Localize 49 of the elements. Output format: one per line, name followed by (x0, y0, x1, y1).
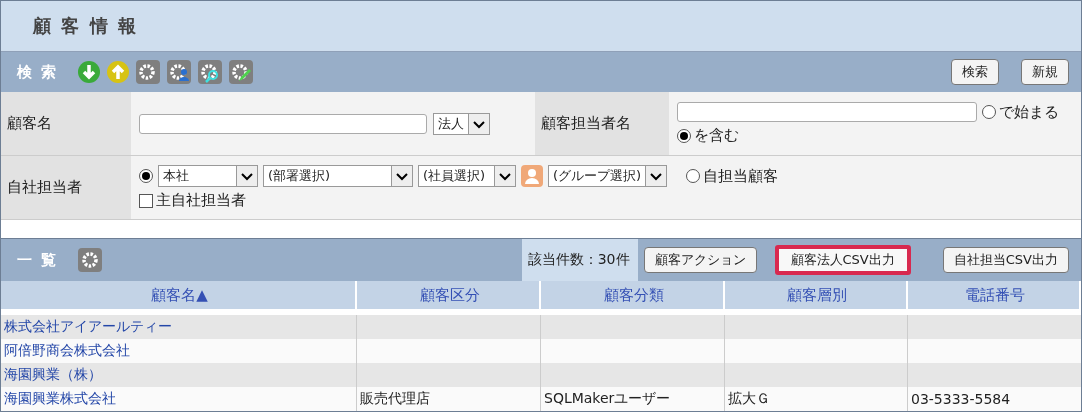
action-button[interactable]: 顧客アクション (643, 247, 757, 273)
field-label: 自社担当者 (1, 156, 131, 219)
arrow-up-icon[interactable] (107, 61, 130, 83)
dropdown[interactable]: 本社 (158, 165, 258, 187)
chevron-down-icon (236, 166, 257, 186)
table-cell: 拡大Ｇ (728, 390, 770, 408)
page-title: 顧 客 情 報 (33, 14, 138, 38)
action-button[interactable]: 顧客法人CSV出力 (774, 245, 911, 275)
customer-name-field[interactable] (139, 113, 427, 134)
customer-link[interactable]: 海園興業（株） (4, 366, 102, 384)
dropdown[interactable]: (部署選択) (263, 165, 413, 187)
chevron-down-icon (645, 166, 667, 186)
section-title: 検 索 (17, 62, 59, 82)
gear-icon[interactable] (136, 60, 161, 84)
main-staff-checkbox[interactable]: 主自社担当者 (139, 191, 246, 210)
contact-name-field[interactable] (677, 102, 977, 122)
type-select[interactable]: 法人 (433, 112, 490, 135)
customer-link[interactable]: 株式会社アイアールティー (4, 318, 172, 336)
section-title: 一 覧 (17, 250, 59, 270)
scope-radio[interactable] (139, 169, 153, 183)
scope-radio[interactable]: 自担当顧客 (686, 166, 779, 186)
gear-person-icon[interactable] (167, 60, 192, 84)
chevron-down-icon (468, 113, 489, 134)
customer-link[interactable]: 阿倍野商会株式会社 (4, 342, 130, 360)
column-header[interactable]: 顧客層別 (725, 281, 908, 309)
table-cell: SQLMakerユーザー (544, 390, 671, 408)
action-button[interactable]: 自社担当CSV出力 (942, 247, 1069, 273)
gear-magnifier-icon[interactable] (198, 60, 223, 84)
gear-icon[interactable] (78, 248, 103, 272)
column-header[interactable]: 顧客区分 (357, 281, 541, 309)
toolbar-button[interactable]: 新規 (1021, 59, 1069, 85)
chevron-down-icon (391, 166, 412, 186)
column-header[interactable]: 顧客名▲ (1, 281, 357, 309)
customer-link[interactable]: 海園興業株式会社 (4, 390, 116, 408)
column-header[interactable]: 顧客分類 (541, 281, 725, 309)
gear-pencil-icon[interactable] (229, 60, 254, 84)
chevron-down-icon (494, 166, 515, 186)
table-cell: 販売代理店 (360, 390, 430, 408)
dropdown[interactable]: (社員選択) (418, 165, 516, 187)
match-radio[interactable]: で始まる (982, 102, 1059, 122)
field-label: 顧客名 (1, 92, 131, 155)
result-count: 該当件数：30件 (521, 239, 638, 281)
field-label: 顧客担当者名 (535, 92, 669, 155)
arrow-down-icon[interactable] (78, 61, 101, 83)
toolbar-button[interactable]: 検索 (951, 59, 999, 85)
column-header[interactable]: 電話番号 (908, 281, 1081, 309)
match-radio[interactable]: を含む (677, 126, 739, 145)
dropdown[interactable]: (グループ選択) (548, 165, 668, 187)
table-cell: 03-5333-5584 (911, 391, 1011, 407)
